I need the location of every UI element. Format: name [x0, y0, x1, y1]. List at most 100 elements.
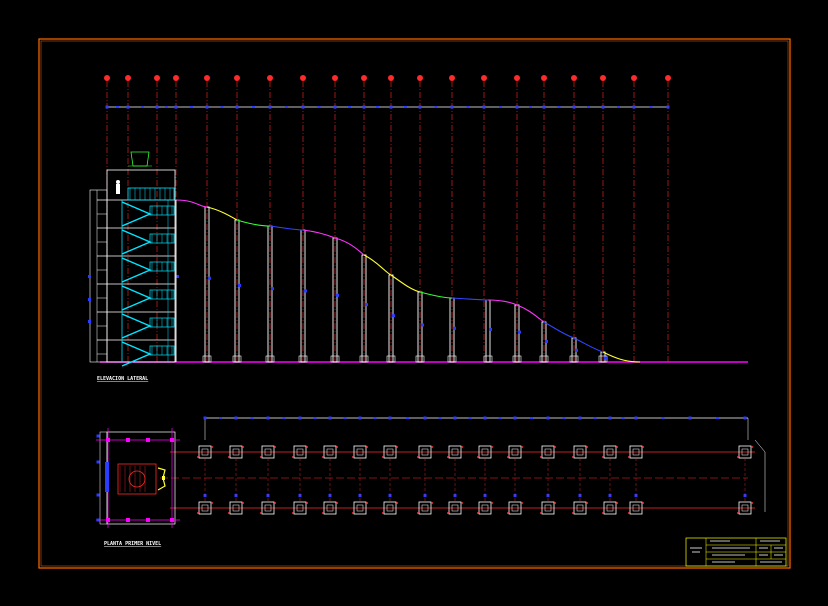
column-marker	[304, 289, 307, 293]
plan-column-mark	[242, 502, 244, 504]
tower-marker	[88, 275, 91, 278]
dimension-tick	[389, 105, 393, 109]
plan-column-mark	[417, 456, 419, 458]
tower-column	[146, 518, 150, 522]
plan-column-mark	[352, 512, 354, 514]
tower-column	[170, 438, 174, 442]
plan-column-mark	[274, 446, 276, 448]
plan-column-mark	[572, 512, 574, 514]
plan-dim-text	[250, 417, 254, 419]
tower-column	[106, 438, 110, 442]
plan-column-mark	[417, 512, 419, 514]
plan-dim-tick	[513, 416, 517, 420]
plan-column-mark	[306, 502, 308, 504]
column-marker	[518, 330, 521, 334]
dimension-tick	[268, 105, 272, 109]
plan-dim-text	[661, 417, 665, 419]
dimension-tick	[105, 105, 109, 109]
dimension-text	[649, 106, 653, 108]
plan-column-mark	[274, 502, 276, 504]
plan-dim-tick	[608, 416, 612, 420]
plan-column-mark	[260, 512, 262, 514]
plan-column-mark	[540, 512, 542, 514]
plan-dim-text	[530, 417, 533, 419]
plan-dim-tick	[483, 416, 487, 420]
plan-dim-tick	[743, 416, 747, 420]
plan-column-mark	[336, 446, 338, 448]
person-head	[116, 180, 120, 184]
plan-column-mark	[628, 456, 630, 458]
plan-column-mark	[211, 502, 213, 504]
column-marker	[365, 303, 368, 307]
axis-bubble	[481, 75, 487, 81]
axis-bubble	[600, 75, 606, 81]
plan-dim-text	[343, 417, 347, 419]
column-marker	[489, 327, 492, 331]
plan-dim-text	[373, 417, 377, 419]
plan-column-mark	[197, 512, 199, 514]
dimension-text	[499, 106, 502, 108]
column-marker	[421, 323, 424, 327]
dimension-tick	[205, 105, 209, 109]
dimension-tick	[235, 105, 239, 109]
axis-bubble	[361, 75, 367, 81]
plan-dim-text	[282, 417, 286, 419]
dimension-text	[141, 106, 144, 108]
plan-column-mark	[352, 456, 354, 458]
tower-column	[146, 438, 150, 442]
dimension-text	[587, 106, 590, 108]
dimension-tick	[542, 105, 546, 109]
plan-column-mark	[292, 512, 294, 514]
column-marker	[208, 276, 211, 280]
plan-dim-text	[593, 417, 597, 419]
yellow-marker	[162, 476, 165, 480]
column-marker	[545, 340, 548, 343]
column-marker	[575, 348, 578, 352]
plan-column-mark	[477, 456, 479, 458]
plan-dim-tick	[688, 416, 692, 420]
plan-column-mark	[292, 456, 294, 458]
cad-drawing: ELEVACION LATERAL PLANTA PRIMER NIVEL	[0, 0, 828, 606]
dimension-tick	[333, 105, 337, 109]
plan-column-mark	[396, 502, 398, 504]
person-body	[116, 184, 120, 194]
plan-column-mark	[491, 446, 493, 448]
plan-column-mark	[616, 502, 618, 504]
dimension-tick	[418, 105, 422, 109]
dimension-text	[165, 106, 168, 108]
axis-bubble	[514, 75, 520, 81]
dimension-tick	[601, 105, 605, 109]
dimension-text	[617, 106, 620, 108]
column-marker	[336, 293, 339, 297]
dimension-text	[220, 106, 224, 108]
plan-dim-text	[219, 417, 222, 419]
plan-column-mark	[642, 502, 644, 504]
plan-column-mark	[507, 512, 509, 514]
plan-column-mark	[228, 456, 230, 458]
plan-column-mark	[477, 512, 479, 514]
plan-column-mark	[737, 456, 739, 458]
plan-column-mark	[366, 446, 368, 448]
plan-dim-tick	[358, 416, 362, 420]
plan-dim-text	[438, 417, 442, 419]
plan-column-mark	[521, 502, 523, 504]
plan-column-mark	[554, 446, 556, 448]
plan-column-mark	[602, 512, 604, 514]
column-marker	[453, 326, 456, 330]
tower-column	[170, 518, 174, 522]
plan-dim-text	[313, 417, 317, 419]
axis-bubble	[204, 75, 210, 81]
column-marker	[392, 314, 395, 318]
plan-column-mark	[586, 446, 588, 448]
plan-column-mark	[431, 446, 433, 448]
axis-bubble	[154, 75, 160, 81]
dimension-tick	[301, 105, 305, 109]
plan-dim-tick	[298, 416, 302, 420]
plan-dim-tick	[578, 416, 582, 420]
plan-column-mark	[322, 456, 324, 458]
plan-column-mark	[540, 456, 542, 458]
plan-dim-tick	[453, 416, 457, 420]
axis-bubble	[665, 75, 671, 81]
dimension-tick	[572, 105, 576, 109]
plan-column-mark	[572, 456, 574, 458]
